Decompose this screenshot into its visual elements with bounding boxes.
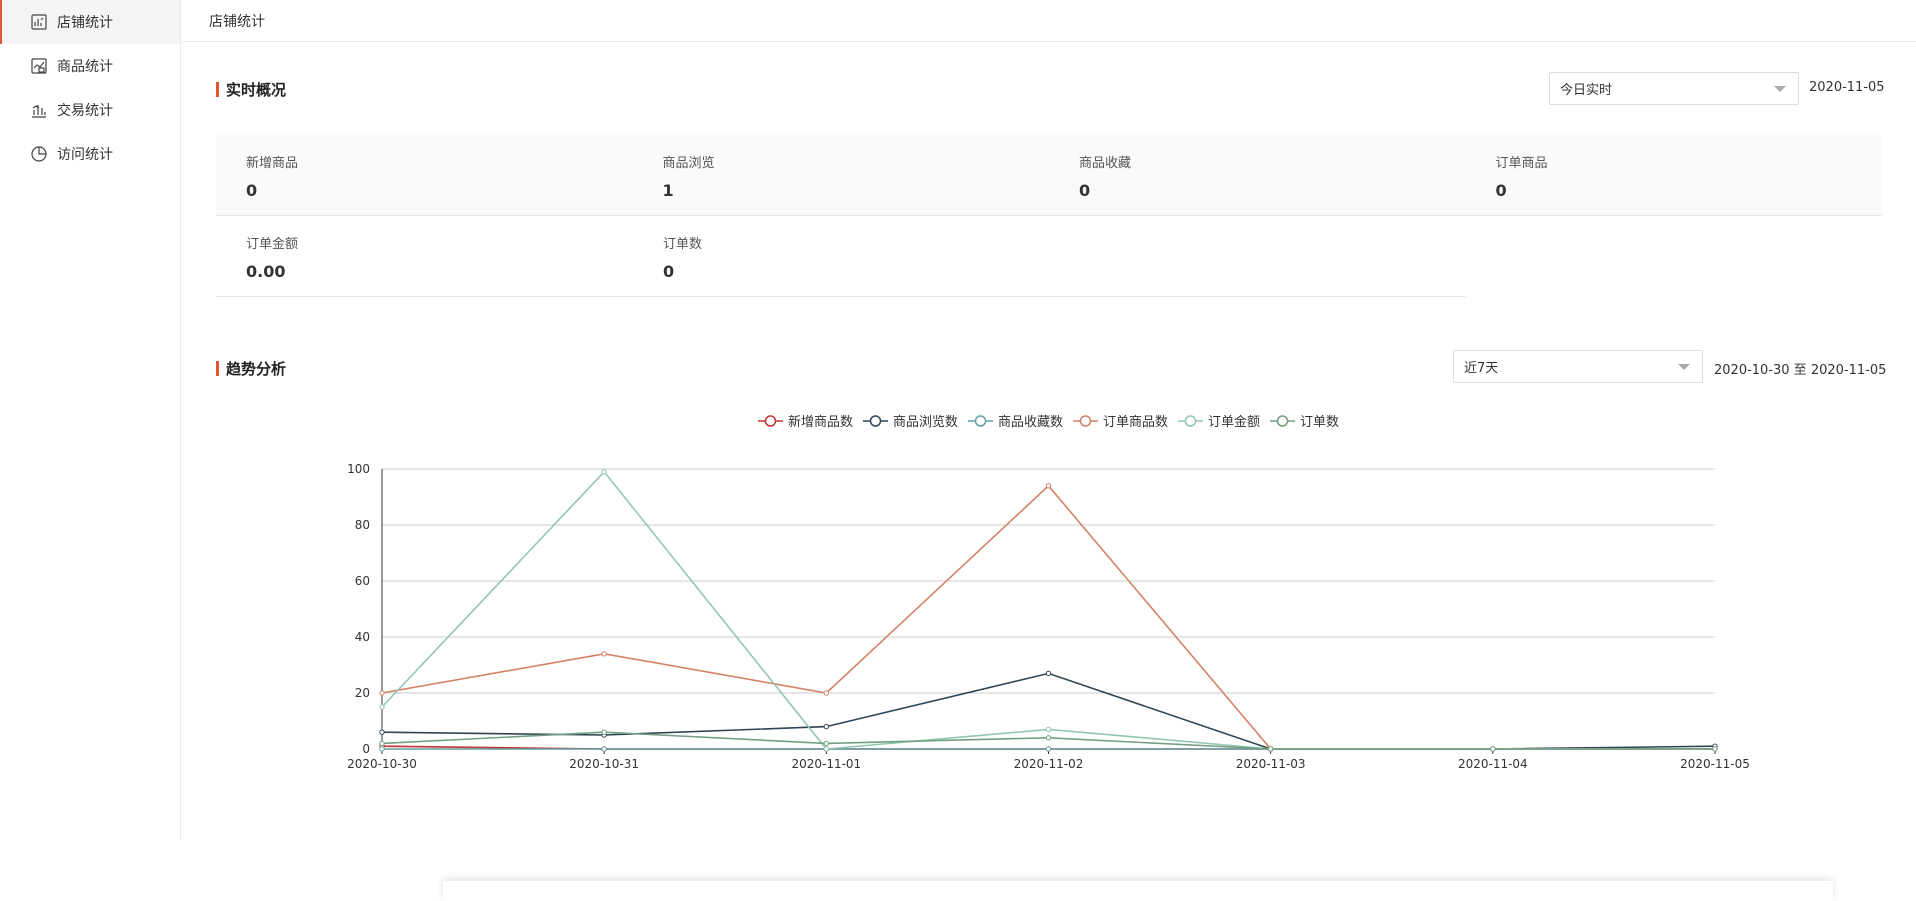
data-point — [824, 747, 828, 751]
pie-chart-icon — [30, 145, 48, 163]
sidebar: 店铺统计 商品统计 交易统计 访问统计 — [0, 0, 181, 841]
data-point — [602, 470, 606, 474]
sidebar-item-label: 访问统计 — [57, 144, 113, 164]
y-tick-label: 80 — [355, 518, 370, 532]
breadcrumb: 店铺统计 — [181, 0, 1916, 42]
sidebar-item-label: 交易统计 — [57, 100, 113, 120]
data-point — [602, 730, 606, 734]
bottom-panel — [443, 881, 1833, 901]
data-point — [380, 747, 384, 751]
y-tick-label: 0 — [362, 742, 370, 756]
sidebar-item-trade-stats[interactable]: 交易统计 — [0, 88, 180, 132]
x-tick-label: 2020-11-01 — [791, 757, 861, 771]
x-tick-label: 2020-10-31 — [569, 757, 639, 771]
trend-line-chart: 0 20 40 60 80 100 2020-10-30 2020-10-31 2020-11-… — [181, 43, 1916, 841]
data-point — [380, 730, 384, 734]
data-point — [602, 652, 606, 656]
data-point — [380, 691, 384, 695]
sidebar-item-goods-stats[interactable]: 商品统计 — [0, 44, 180, 88]
main-content: 实时概况 今日实时 2020-11-05 新增商品 0 商品浏览 1 商品收藏 … — [181, 43, 1916, 841]
data-point — [1046, 736, 1050, 740]
data-point — [824, 741, 828, 745]
trade-chart-icon — [30, 101, 48, 119]
data-point — [1046, 747, 1050, 751]
x-tick-label: 2020-11-05 — [1680, 757, 1750, 771]
x-tick-label: 2020-10-30 — [347, 757, 417, 771]
y-tick-label: 100 — [347, 462, 370, 476]
data-point — [1046, 484, 1050, 488]
data-point — [1046, 671, 1050, 675]
x-tick-label: 2020-11-04 — [1458, 757, 1528, 771]
breadcrumb-current: 店铺统计 — [209, 11, 265, 31]
y-tick-label: 20 — [355, 686, 370, 700]
x-tick-label: 2020-11-03 — [1236, 757, 1306, 771]
data-point — [824, 724, 828, 728]
data-point — [1491, 747, 1495, 751]
data-point — [380, 705, 384, 709]
x-tick-label: 2020-11-02 — [1014, 757, 1084, 771]
sidebar-item-label: 店铺统计 — [57, 12, 113, 32]
data-point — [1046, 727, 1050, 731]
data-point — [824, 691, 828, 695]
data-point — [1713, 747, 1717, 751]
goods-chart-icon — [30, 57, 48, 75]
sidebar-item-store-stats[interactable]: 店铺统计 — [0, 0, 180, 44]
data-point — [1268, 747, 1272, 751]
sidebar-item-label: 商品统计 — [57, 56, 113, 76]
data-point — [380, 741, 384, 745]
series-line — [382, 472, 1715, 749]
y-tick-label: 60 — [355, 574, 370, 588]
sidebar-item-visit-stats[interactable]: 访问统计 — [0, 132, 180, 176]
data-point — [602, 747, 606, 751]
store-chart-icon — [30, 13, 48, 31]
y-tick-label: 40 — [355, 630, 370, 644]
